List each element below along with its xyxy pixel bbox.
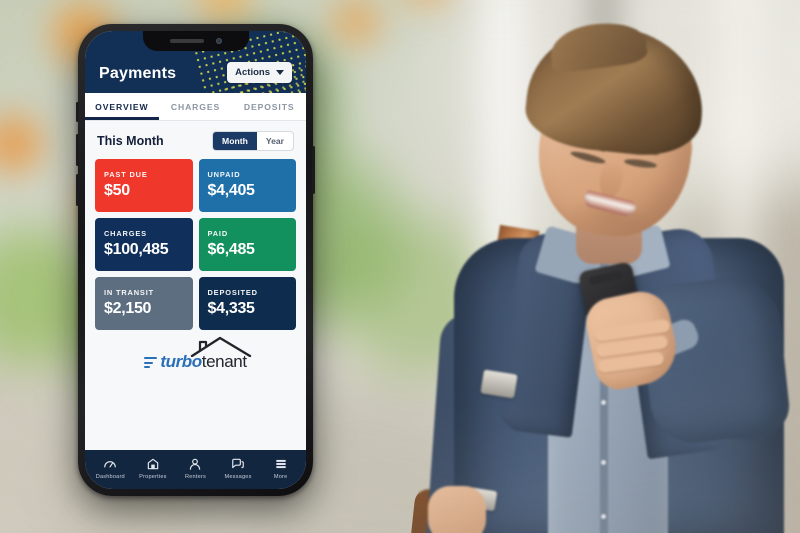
tab-deposits[interactable]: DEPOSITS xyxy=(232,93,306,120)
card-label: PAST DUE xyxy=(104,169,148,179)
toggle-year[interactable]: Year xyxy=(257,132,293,150)
card-unpaid[interactable]: UNPAID $4,405 xyxy=(198,159,296,212)
card-deposited[interactable]: DEPOSITED $4,335 xyxy=(198,277,296,330)
phone-screen: Payments Actions OVERVIEW CHARGES DEPOSI… xyxy=(85,31,306,489)
card-value: $100,485 xyxy=(104,240,169,258)
power-button[interactable] xyxy=(312,146,315,194)
card-value: $6,485 xyxy=(207,240,255,258)
phone-notch xyxy=(142,31,249,51)
speed-lines-icon xyxy=(144,357,158,368)
card-value: $4,335 xyxy=(207,299,255,317)
chevron-down-icon xyxy=(276,70,284,75)
card-label: PAID xyxy=(207,228,229,238)
speaker-grille-icon xyxy=(169,39,204,43)
volume-up-button[interactable] xyxy=(76,134,79,166)
card-label: CHARGES xyxy=(104,228,147,238)
tab-charges[interactable]: CHARGES xyxy=(159,93,233,120)
gauge-icon xyxy=(104,461,117,468)
period-title: This Month xyxy=(97,134,164,148)
tab-overview[interactable]: OVERVIEW xyxy=(85,93,159,120)
app-content: This Month Month Year PAST DUE $50 UNPAI… xyxy=(85,121,306,450)
volume-down-button[interactable] xyxy=(76,174,79,206)
period-row: This Month Month Year xyxy=(95,129,296,159)
nav-item-more[interactable]: More xyxy=(259,457,302,480)
man-with-phone xyxy=(408,0,800,533)
person-icon xyxy=(190,458,201,470)
bottom-navigation: Dashboard Properties Renters Messages Mo… xyxy=(85,450,306,489)
list-icon xyxy=(276,459,286,469)
smartphone-mockup: Payments Actions OVERVIEW CHARGES DEPOSI… xyxy=(76,24,315,496)
actions-button[interactable]: Actions xyxy=(227,62,292,83)
nav-label: More xyxy=(273,474,288,480)
card-label: IN TRANSIT xyxy=(104,287,154,297)
nav-item-properties[interactable]: Properties xyxy=(132,457,175,480)
actions-button-label: Actions xyxy=(235,67,270,78)
building-icon xyxy=(147,458,159,470)
house-roof-icon xyxy=(191,336,252,357)
tab-bar: OVERVIEW CHARGES DEPOSITS xyxy=(85,93,306,121)
nav-label: Dashboard xyxy=(95,474,125,480)
nav-item-dashboard[interactable]: Dashboard xyxy=(89,457,132,480)
nav-label: Messages xyxy=(224,474,252,480)
card-past-due[interactable]: PAST DUE $50 xyxy=(95,159,193,212)
card-value: $50 xyxy=(104,181,130,199)
card-value: $4,405 xyxy=(207,181,255,199)
nav-item-renters[interactable]: Renters xyxy=(174,457,217,480)
summary-card-grid: PAST DUE $50 UNPAID $4,405 CHARGES $100,… xyxy=(95,159,296,330)
nav-label: Renters xyxy=(184,474,206,480)
card-charges[interactable]: CHARGES $100,485 xyxy=(95,218,193,271)
nav-label: Properties xyxy=(139,474,167,480)
card-in-transit[interactable]: IN TRANSIT $2,150 xyxy=(95,277,193,330)
front-camera-icon xyxy=(215,38,222,44)
card-label: UNPAID xyxy=(207,169,241,179)
brand-logo: turbo tenant xyxy=(95,330,296,378)
period-toggle[interactable]: Month Year xyxy=(212,131,294,151)
chat-bubble-icon xyxy=(232,458,244,469)
toggle-month[interactable]: Month xyxy=(213,132,257,150)
page-title: Payments xyxy=(99,65,177,82)
soft-focus-overlay xyxy=(418,0,800,533)
card-value: $2,150 xyxy=(104,299,152,317)
nav-item-messages[interactable]: Messages xyxy=(217,457,260,480)
card-paid[interactable]: PAID $6,485 xyxy=(198,218,296,271)
silent-switch-button[interactable] xyxy=(76,102,79,122)
card-label: DEPOSITED xyxy=(207,287,258,297)
